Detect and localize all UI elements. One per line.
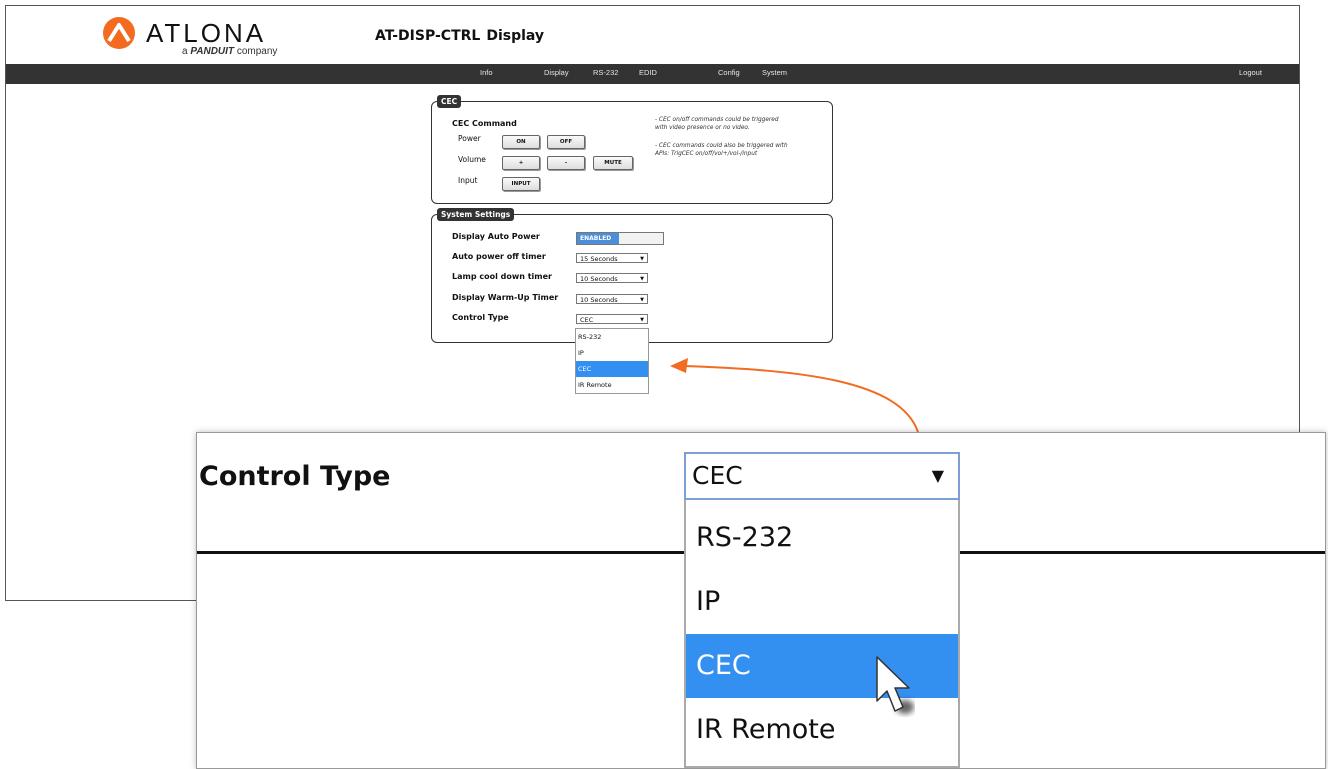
zoom-control-type-dropdown: RS-232 IP CEC IR Remote [684, 500, 960, 768]
zoom-inset: Control Type CEC ▼ RS-232 IP CEC IR Remot… [196, 432, 1326, 769]
dropdown-option-ir-remote[interactable]: IR Remote [576, 377, 648, 393]
page-title: AT-DISP-CTRL Display [375, 28, 544, 44]
auto-off-timer-label: Auto power off timer [452, 252, 546, 261]
cec-panel: CEC CEC Command Power ON OFF Volume + - … [431, 95, 833, 204]
chevron-down-icon: ▼ [640, 256, 644, 262]
control-type-dropdown: RS-232 IP CEC IR Remote [575, 328, 649, 394]
chevron-down-icon: ▼ [640, 297, 644, 303]
nav-item-rs232[interactable]: RS-232 [593, 68, 618, 77]
cec-note-1: - CEC on/off commands could be triggered… [655, 117, 779, 131]
nav-item-system[interactable]: System [762, 68, 787, 77]
warm-up-timer-select[interactable]: 10 Seconds ▼ [576, 294, 648, 304]
control-type-label: Control Type [452, 313, 509, 322]
zoom-option-cec[interactable]: CEC [686, 634, 958, 698]
toggle-enabled-state: ENABLED [577, 233, 619, 244]
zoom-control-type-select[interactable]: CEC ▼ [684, 452, 960, 500]
chevron-down-icon: ▼ [640, 317, 644, 323]
nav-item-info[interactable]: Info [480, 68, 493, 77]
volume-label: Volume [458, 155, 486, 164]
chevron-down-icon: ▼ [931, 466, 944, 485]
lamp-cool-down-select[interactable]: 10 Seconds ▼ [576, 273, 648, 283]
chevron-down-icon: ▼ [640, 276, 644, 282]
auto-off-timer-select[interactable]: 15 Seconds ▼ [576, 253, 648, 263]
cec-command-heading: CEC Command [452, 119, 517, 128]
zoom-option-ir-remote[interactable]: IR Remote [686, 698, 958, 762]
lamp-cool-down-label: Lamp cool down timer [452, 272, 552, 281]
page-name: Display [486, 28, 545, 44]
dropdown-option-ip[interactable]: IP [576, 345, 648, 361]
logout-link[interactable]: Logout [1239, 68, 1262, 77]
model-name: AT-DISP-CTRL [375, 28, 481, 44]
atlona-logo-icon [103, 17, 135, 49]
warm-up-timer-label: Display Warm-Up Timer [452, 293, 559, 302]
power-label: Power [458, 134, 481, 143]
system-settings-tab: System Settings [437, 208, 515, 221]
system-settings-panel: System Settings Display Auto Power ENABL… [431, 208, 833, 343]
zoom-option-rs232[interactable]: RS-232 [686, 506, 958, 570]
zoom-control-type-label: Control Type [199, 461, 391, 492]
auto-power-toggle[interactable]: ENABLED [576, 232, 664, 245]
logo-wordmark: ATLONA [146, 18, 267, 48]
zoom-option-ip[interactable]: IP [686, 570, 958, 634]
mouse-pointer-icon [876, 656, 914, 714]
power-on-button[interactable]: ON [502, 135, 540, 149]
nav-item-config[interactable]: Config [718, 68, 740, 77]
volume-down-button[interactable]: - [547, 156, 585, 170]
auto-power-label: Display Auto Power [452, 232, 540, 241]
atlona-logo: ATLONA a PANDUIT company [102, 16, 312, 57]
power-off-button[interactable]: OFF [547, 135, 585, 149]
logo-tagline: a PANDUIT company [182, 46, 278, 57]
cec-panel-tab: CEC [437, 95, 462, 108]
dropdown-option-cec[interactable]: CEC [576, 361, 648, 377]
nav-item-edid[interactable]: EDID [639, 68, 657, 77]
nav-item-display[interactable]: Display [544, 68, 569, 77]
cec-note-2: - CEC commands could also be triggered w… [655, 143, 788, 157]
nav-bar: Info Display RS-232 EDID Config System L… [6, 64, 1299, 84]
volume-up-button[interactable]: + [502, 156, 540, 170]
control-type-select[interactable]: CEC ▼ [576, 314, 648, 324]
input-button[interactable]: INPUT [502, 177, 540, 191]
input-label: Input [458, 176, 478, 185]
mute-button[interactable]: MUTE [593, 156, 633, 170]
dropdown-option-rs232[interactable]: RS-232 [576, 329, 648, 345]
